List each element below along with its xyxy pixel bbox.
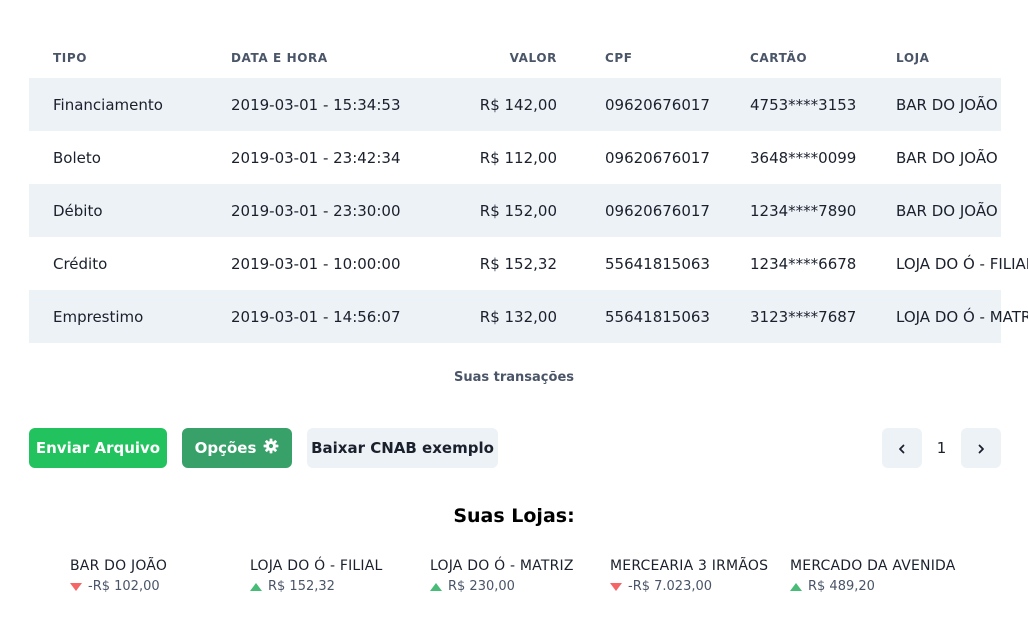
download-cnab-label: Baixar CNAB exemplo <box>311 439 494 457</box>
table-row: Emprestimo 2019-03-01 - 14:56:07 R$ 132,… <box>29 290 1028 343</box>
cell-data-hora: 2019-03-01 - 15:34:53 <box>231 95 401 114</box>
table-row: Crédito 2019-03-01 - 10:00:00 R$ 152,32 … <box>29 237 1028 290</box>
triangle-down-icon <box>70 582 82 591</box>
chevron-left-icon <box>897 439 907 458</box>
cell-cartao: 1234****7890 <box>750 201 857 220</box>
stores-title: Suas Lojas: <box>453 505 575 527</box>
store-name: MERCEARIA 3 IRMÃOS <box>610 558 769 574</box>
triangle-up-icon <box>250 582 262 591</box>
cell-cpf: 55641815063 <box>605 307 710 326</box>
pagination-next-button[interactable] <box>961 428 1001 468</box>
cell-valor: R$ 152,32 <box>479 254 557 273</box>
cell-tipo: Débito <box>53 201 103 220</box>
store-stat: MERCEARIA 3 IRMÃOS -R$ 7.023,00 <box>610 558 790 594</box>
cell-data-hora: 2019-03-01 - 14:56:07 <box>231 307 401 326</box>
store-stat: MERCADO DA AVENIDA R$ 489,20 <box>790 558 970 594</box>
store-stat: BAR DO JOÃO -R$ 102,00 <box>70 558 250 594</box>
cell-tipo: Emprestimo <box>53 307 144 326</box>
cell-cartao: 3648****0099 <box>750 148 857 167</box>
download-cnab-button[interactable]: Baixar CNAB exemplo <box>307 428 498 468</box>
table-header-row: TIPO DATA E HORA VALOR CPF CARTÃO LOJA <box>29 38 1001 78</box>
chevron-right-icon <box>976 439 986 458</box>
cell-valor: R$ 112,00 <box>479 148 557 167</box>
cell-cpf: 09620676017 <box>605 201 710 220</box>
gear-icon <box>263 438 279 458</box>
cell-data-hora: 2019-03-01 - 10:00:00 <box>231 254 401 273</box>
cell-valor: R$ 152,00 <box>479 201 557 220</box>
triangle-up-icon <box>430 582 442 591</box>
table-caption: Suas transações <box>453 370 574 385</box>
cell-valor: R$ 132,00 <box>479 307 557 326</box>
send-file-button[interactable]: Enviar Arquivo <box>29 428 167 468</box>
cell-cpf: 55641815063 <box>605 254 710 273</box>
cell-cartao: 1234****6678 <box>750 254 857 273</box>
cell-tipo: Crédito <box>53 254 108 273</box>
triangle-down-icon <box>610 582 622 591</box>
triangle-up-icon <box>790 582 802 591</box>
cell-loja: LOJA DO Ó - FILIAL <box>896 254 1028 273</box>
header-data-hora: DATA E HORA <box>231 51 328 65</box>
pagination-prev-button[interactable] <box>882 428 922 468</box>
cell-loja: BAR DO JOÃO <box>896 201 998 220</box>
header-tipo: TIPO <box>53 51 88 65</box>
store-name: LOJA DO Ó - MATRIZ <box>430 558 574 574</box>
cell-data-hora: 2019-03-01 - 23:30:00 <box>231 201 401 220</box>
cell-cartao: 4753****3153 <box>750 95 857 114</box>
transactions-table-container: TIPO DATA E HORA VALOR CPF CARTÃO LOJA F… <box>29 38 1028 343</box>
cell-loja: BAR DO JOÃO <box>896 148 998 167</box>
store-value: R$ 489,20 <box>808 579 875 594</box>
cell-cpf: 09620676017 <box>605 95 710 114</box>
table-row: Boleto 2019-03-01 - 23:42:34 R$ 112,00 0… <box>29 131 1001 184</box>
cell-valor: R$ 142,00 <box>479 95 557 114</box>
table-row: Financiamento 2019-03-01 - 15:34:53 R$ 1… <box>29 78 1001 131</box>
store-stat: LOJA DO Ó - FILIAL R$ 152,32 <box>250 558 430 594</box>
store-stat: LOJA DO Ó - MATRIZ R$ 230,00 <box>430 558 610 594</box>
cell-tipo: Financiamento <box>53 95 163 114</box>
cell-data-hora: 2019-03-01 - 23:42:34 <box>231 148 401 167</box>
table-row: Débito 2019-03-01 - 23:30:00 R$ 152,00 0… <box>29 184 1001 237</box>
cell-cpf: 09620676017 <box>605 148 710 167</box>
cell-cartao: 3123****7687 <box>750 307 857 326</box>
store-name: LOJA DO Ó - FILIAL <box>250 558 383 574</box>
pagination-current-page: 1 <box>936 439 947 457</box>
store-name: BAR DO JOÃO <box>70 558 168 574</box>
store-value: R$ 230,00 <box>448 579 515 594</box>
header-valor: VALOR <box>509 51 557 65</box>
store-value: -R$ 102,00 <box>88 579 160 594</box>
options-label: Opções <box>194 439 257 457</box>
header-cpf: CPF <box>605 51 633 65</box>
store-name: MERCADO DA AVENIDA <box>790 558 956 574</box>
send-file-label: Enviar Arquivo <box>35 439 161 457</box>
cell-tipo: Boleto <box>53 148 101 167</box>
header-cartao: CARTÃO <box>750 51 808 65</box>
cell-loja: LOJA DO Ó - MATRIZ <box>896 307 1028 326</box>
options-button[interactable]: Opções <box>182 428 292 468</box>
header-loja: LOJA <box>896 51 930 65</box>
store-value: -R$ 7.023,00 <box>628 579 713 594</box>
store-value: R$ 152,32 <box>268 579 335 594</box>
transactions-table: TIPO DATA E HORA VALOR CPF CARTÃO LOJA F… <box>29 38 1028 343</box>
cell-loja: BAR DO JOÃO <box>896 95 998 114</box>
